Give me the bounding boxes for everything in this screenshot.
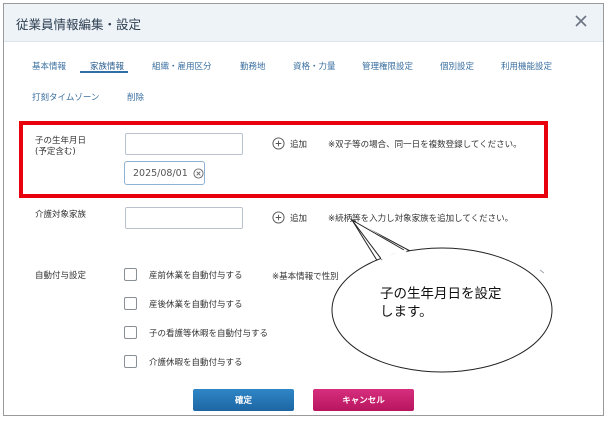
highlight-box xyxy=(19,121,548,198)
tab-individual-settings[interactable]: 個別設定 xyxy=(440,60,474,72)
tab-organization[interactable]: 組織・雇用区分 xyxy=(152,60,212,72)
postnatal-leave-label: 産後休業を自動付与する xyxy=(149,299,243,310)
confirm-button[interactable]: 確定 xyxy=(193,389,294,411)
auto-grant-note: ※基本情報で性別 xyxy=(272,272,339,282)
nursing-care-leave-label: 介護休暇を自動付与する xyxy=(149,357,243,368)
prenatal-leave-checkbox[interactable] xyxy=(124,268,137,281)
cancel-button[interactable]: キャンセル xyxy=(313,389,414,411)
tab-basic-info[interactable]: 基本情報 xyxy=(32,60,66,72)
care-add-button[interactable]: 追加 xyxy=(272,211,307,224)
dialog-header: 従業員情報編集・設定 xyxy=(4,4,603,42)
checkbox-row[interactable]: 介護休暇を自動付与する xyxy=(124,355,243,368)
tab-qualification[interactable]: 資格・力量 xyxy=(293,60,336,72)
callout-line2: します。 xyxy=(380,304,433,320)
callout-line1: 子の生年月日を設定 xyxy=(380,286,502,302)
care-add-label: 追加 xyxy=(290,213,308,224)
close-icon[interactable] xyxy=(573,13,589,29)
child-care-leave-checkbox[interactable] xyxy=(124,326,137,339)
auto-grant-label: 自動付与設定 xyxy=(35,271,87,281)
prenatal-leave-label: 産前休業を自動付与する xyxy=(149,270,243,281)
tab-delete[interactable]: 削除 xyxy=(127,91,144,103)
tab-admin-permission[interactable]: 管理権限設定 xyxy=(362,60,413,72)
plus-circle-icon xyxy=(272,211,285,224)
dialog-title: 従業員情報編集・設定 xyxy=(16,17,142,32)
care-note: ※続柄等を入力し対象家族を追加してください。 xyxy=(328,214,514,224)
postnatal-leave-checkbox[interactable] xyxy=(124,297,137,310)
active-tab-indicator xyxy=(80,71,128,73)
checkbox-row[interactable]: 産後休業を自動付与する xyxy=(124,297,243,310)
checkbox-row[interactable]: 子の看護等休暇を自動付与する xyxy=(124,326,268,339)
child-care-leave-label: 子の看護等休暇を自動付与する xyxy=(149,328,269,339)
checkbox-row[interactable]: 産前休業を自動付与する xyxy=(124,268,243,281)
callout-text: 子の生年月日を設定 します。 xyxy=(380,285,530,321)
tab-timezone[interactable]: 打刻タイムゾーン xyxy=(32,91,99,103)
tab-workplace[interactable]: 勤務地 xyxy=(240,60,266,72)
care-label: 介護対象家族 xyxy=(35,210,87,220)
care-input[interactable] xyxy=(125,207,243,229)
tab-feature-settings[interactable]: 利用機能設定 xyxy=(501,60,552,72)
nursing-care-leave-checkbox[interactable] xyxy=(124,355,137,368)
